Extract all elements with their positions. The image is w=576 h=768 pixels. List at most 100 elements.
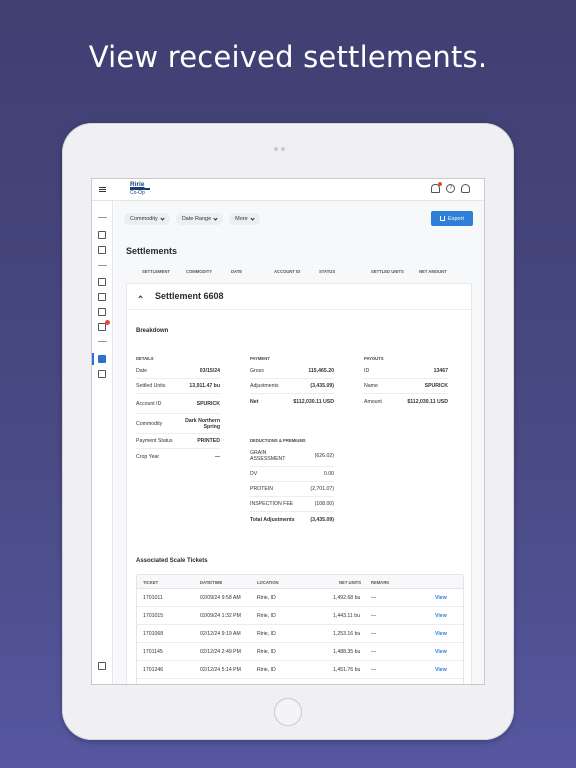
detail-row: Account ID SPURICK bbox=[136, 394, 220, 414]
settlements-icon[interactable] bbox=[98, 355, 106, 363]
export-label: Export bbox=[448, 215, 464, 222]
detail-value: 03/15/24 bbox=[199, 368, 220, 374]
payout-row: ID 13467 bbox=[364, 364, 448, 379]
payment-value: $112,030.11 USD bbox=[293, 398, 334, 405]
column-header[interactable]: TICKET bbox=[143, 580, 158, 585]
column-header[interactable]: NET UNITS bbox=[339, 580, 361, 585]
filter-more[interactable]: More bbox=[229, 213, 260, 225]
brand-line2: Co-Op bbox=[130, 188, 150, 196]
view-link[interactable]: View bbox=[435, 667, 447, 673]
column-header[interactable]: DATE bbox=[231, 269, 242, 274]
ticket-net-units: 1,451.76 bu bbox=[333, 667, 361, 673]
table-row[interactable]: 1701145 02/12/24 2:49 PM Ririe, ID 1,488… bbox=[137, 643, 463, 661]
main-content: Commodity Date Range More Export Settlem… bbox=[114, 201, 484, 684]
payout-key: Amount bbox=[364, 398, 382, 405]
sidebar bbox=[92, 201, 113, 684]
ticket-location: Ririe, ID bbox=[257, 667, 276, 673]
view-link[interactable]: View bbox=[435, 613, 447, 619]
column-header[interactable]: SETTLED UNITS bbox=[371, 269, 404, 274]
user-icon[interactable] bbox=[461, 184, 470, 193]
deduction-key: GRAIN ASSESSMENT bbox=[250, 450, 286, 462]
help-icon[interactable]: ? bbox=[446, 184, 455, 193]
ticket-remark: — bbox=[371, 667, 377, 673]
chevron-down-icon bbox=[160, 215, 165, 221]
deduction-value: (2,701.07) bbox=[310, 486, 334, 492]
detail-key: Payment Status bbox=[136, 438, 173, 444]
settlement-card-header[interactable]: Settlement 6608 bbox=[127, 284, 471, 310]
column-header[interactable]: LOCATION bbox=[257, 580, 279, 585]
headline: View received settlements. bbox=[88, 40, 488, 74]
home-button bbox=[274, 698, 302, 726]
chevron-up-icon[interactable] bbox=[138, 295, 143, 300]
ticket-remark: — bbox=[371, 613, 377, 619]
app-screen: Ririe Co-Op ? Commodity Date Range More bbox=[91, 178, 485, 685]
deduction-key: DV bbox=[250, 471, 258, 477]
filter-date-range[interactable]: Date Range bbox=[175, 213, 224, 225]
ticket-remark: — bbox=[371, 631, 377, 637]
deduction-key: PROTEIN bbox=[250, 486, 274, 492]
payout-row: Name SPURICK bbox=[364, 379, 448, 394]
table-row[interactable]: 1701068 02/12/24 9:19 AM Ririe, ID 1,253… bbox=[137, 625, 463, 643]
detail-row: Crop Year — bbox=[136, 449, 220, 464]
ticket-location: Ririe, ID bbox=[257, 613, 276, 619]
export-button[interactable]: Export bbox=[431, 211, 473, 226]
column-header[interactable]: REMARK bbox=[371, 580, 389, 585]
table-row[interactable]: 1701246 02/12/24 5:14 PM Ririe, ID 1,451… bbox=[137, 661, 463, 679]
detail-key: Commodity bbox=[136, 420, 163, 427]
details-label: DETAILS bbox=[136, 356, 154, 361]
bell-icon[interactable] bbox=[431, 182, 442, 193]
filter-label: More bbox=[235, 216, 248, 222]
chevron-down-icon bbox=[213, 215, 218, 221]
ticket-number: 1701145 bbox=[143, 649, 163, 655]
share-icon bbox=[440, 216, 446, 221]
payment-key: Net bbox=[250, 398, 259, 405]
column-header[interactable]: SETTLEMENT bbox=[142, 269, 170, 274]
view-link[interactable]: View bbox=[435, 595, 447, 601]
deduction-value: 0.00 bbox=[323, 471, 334, 477]
wallet-icon[interactable] bbox=[98, 370, 106, 378]
tickets-table: TICKET DATE/TIME LOCATION NET UNITS REMA… bbox=[136, 574, 464, 684]
tickets-heading: Associated Scale Tickets bbox=[136, 558, 208, 564]
detail-value: Dark Northern Spring bbox=[185, 417, 220, 430]
ticket-net-units: 1,253.16 bu bbox=[333, 631, 361, 637]
payment-row: Adjustments (3,435.09) bbox=[250, 379, 334, 394]
tickets-table-header: TICKET DATE/TIME LOCATION NET UNITS REMA… bbox=[137, 575, 463, 589]
contracts-icon[interactable] bbox=[98, 293, 106, 301]
crop-icon[interactable] bbox=[98, 231, 106, 239]
deduction-row: DV 0.00 bbox=[250, 467, 334, 482]
detail-key: Account ID bbox=[136, 400, 162, 407]
column-header[interactable]: DATE/TIME bbox=[200, 580, 222, 585]
detail-value: PRINTED bbox=[197, 438, 220, 444]
sidebar-divider bbox=[98, 265, 107, 266]
filter-commodity[interactable]: Commodity bbox=[124, 213, 170, 225]
column-header[interactable]: COMMODITY bbox=[186, 269, 212, 274]
hamburger-menu-icon[interactable] bbox=[99, 187, 106, 192]
silo-icon[interactable] bbox=[98, 308, 106, 316]
table-row[interactable]: 1701015 02/09/24 1:32 PM Ririe, ID 1,443… bbox=[137, 607, 463, 625]
ticket-remark: — bbox=[371, 595, 377, 601]
payment-row: Gross 115,465.20 bbox=[250, 364, 334, 379]
inventory-icon[interactable] bbox=[98, 278, 106, 286]
filter-label: Commodity bbox=[130, 216, 158, 222]
shield-icon[interactable] bbox=[98, 662, 106, 670]
notification-badge bbox=[105, 320, 110, 325]
sidebar-divider bbox=[98, 217, 107, 218]
deductions-label: DEDUCTIONS & PREMIUMS bbox=[250, 438, 306, 443]
active-indicator bbox=[92, 353, 94, 365]
detail-row: Commodity Dark Northern Spring bbox=[136, 414, 220, 434]
view-link[interactable]: View bbox=[435, 631, 447, 637]
ticket-location: Ririe, ID bbox=[257, 649, 276, 655]
ticket-datetime: 02/09/24 9:58 AM bbox=[200, 595, 241, 601]
detail-key: Date bbox=[136, 368, 147, 374]
sliders-icon[interactable] bbox=[98, 246, 106, 254]
deduction-row: Total Adjustments (3,435.09) bbox=[250, 512, 334, 528]
column-header[interactable]: ACCOUNT ID bbox=[274, 269, 300, 274]
payout-row: Amount $112,030.11 USD bbox=[364, 394, 448, 409]
column-header[interactable]: NET AMOUNT bbox=[419, 269, 447, 274]
table-row[interactable]: 1701011 02/09/24 9:58 AM Ririe, ID 1,492… bbox=[137, 589, 463, 607]
column-header[interactable]: STATUS bbox=[319, 269, 335, 274]
ticket-datetime: 02/09/24 1:32 PM bbox=[200, 613, 241, 619]
view-link[interactable]: View bbox=[435, 649, 447, 655]
detail-key: Settled Units bbox=[136, 383, 166, 389]
top-bar: Ririe Co-Op ? bbox=[92, 179, 484, 201]
